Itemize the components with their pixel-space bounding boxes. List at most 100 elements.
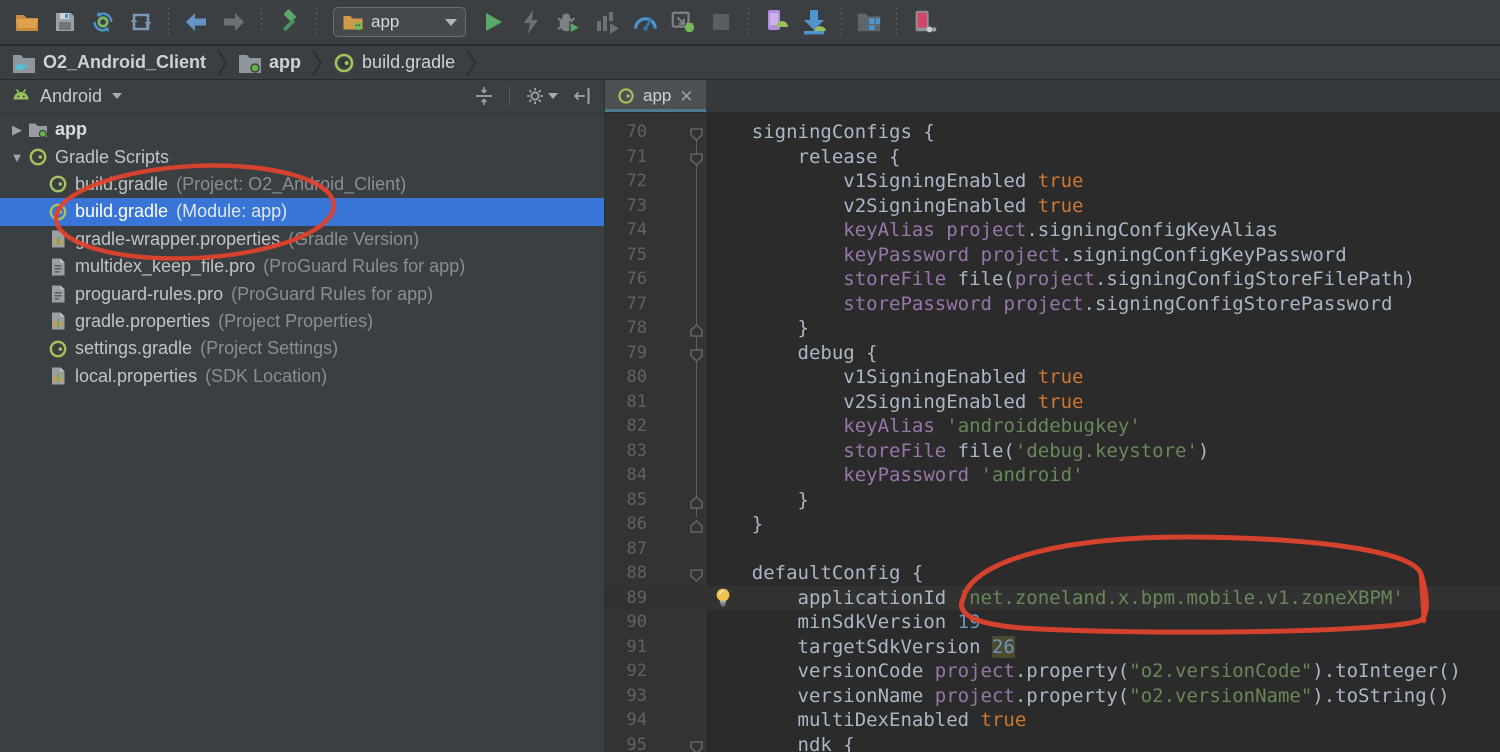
main-toolbar: app	[0, 0, 1500, 45]
line-number: 70	[626, 122, 647, 142]
tree-item-proguard-rules-pro[interactable]: proguard-rules.pro (ProGuard Rules for ap…	[0, 280, 604, 307]
code-line-71[interactable]: 71 release {	[605, 145, 1500, 170]
chevron-down-icon[interactable]	[548, 93, 558, 99]
code-editor[interactable]: 70 signingConfigs {71 release {72 v1Sign…	[605, 113, 1500, 752]
hide-panel-icon[interactable]	[572, 85, 594, 107]
code-line-79[interactable]: 79 debug {	[605, 341, 1500, 366]
gear-icon[interactable]	[524, 85, 546, 107]
tree-item-gradle-scripts[interactable]: ▼ Gradle Scripts	[0, 143, 604, 170]
line-number: 84	[626, 465, 647, 485]
code-line-85[interactable]: 85 }	[605, 488, 1500, 513]
fold-marker[interactable]	[689, 516, 704, 533]
code-text: }	[706, 317, 809, 339]
fold-marker[interactable]	[689, 737, 704, 752]
fold-marker[interactable]	[689, 320, 704, 337]
code-line-94[interactable]: 94 multiDexEnabled true	[605, 708, 1500, 733]
toolbar-divider	[168, 8, 169, 36]
tree-item-gradle-wrapper-properties[interactable]: gradle-wrapper.properties (Gradle Version…	[0, 226, 604, 253]
collapse-all-icon[interactable]	[473, 85, 495, 107]
editor-area: app ✕ 70 signingConfigs {71 release {72 …	[605, 80, 1500, 752]
debug-icon[interactable]	[556, 9, 582, 35]
tree-item-hint: (Project: O2_Android_Client)	[176, 173, 407, 194]
code-line-80[interactable]: 80 v1SigningEnabled true	[605, 365, 1500, 390]
layout-inspector-icon[interactable]	[911, 9, 937, 35]
fold-marker[interactable]	[689, 565, 704, 582]
run-icon[interactable]	[480, 9, 506, 35]
tree-item-label: proguard-rules.pro	[75, 283, 224, 304]
toolbar-divider	[748, 8, 749, 36]
attach-debugger-icon[interactable]	[670, 9, 696, 35]
code-line-84[interactable]: 84 keyPassword 'android'	[605, 463, 1500, 488]
back-icon[interactable]	[183, 9, 209, 35]
breadcrumb-item-module[interactable]: app	[236, 52, 303, 74]
code-line-92[interactable]: 92 versionCode project.property("o2.vers…	[605, 659, 1500, 684]
code-line-81[interactable]: 81 v2SigningEnabled true	[605, 390, 1500, 415]
code-line-72[interactable]: 72 v1SigningEnabled true	[605, 169, 1500, 194]
save-all-icon[interactable]	[52, 9, 78, 35]
header-divider	[509, 86, 510, 106]
code-line-75[interactable]: 75 keyPassword project.signingConfigKeyP…	[605, 243, 1500, 268]
intention-bulb-icon[interactable]	[713, 587, 733, 609]
breadcrumb-item-file[interactable]: build.gradle	[331, 52, 457, 74]
open-project-icon[interactable]	[14, 9, 40, 35]
tab-label: app	[643, 86, 672, 105]
code-line-83[interactable]: 83 storeFile file('debug.keystore')	[605, 439, 1500, 464]
collapse-arrow-icon[interactable]: ▼	[6, 150, 28, 165]
code-line-73[interactable]: 73 v2SigningEnabled true	[605, 194, 1500, 219]
tree-item-build-gradle[interactable]: build.gradle (Project: O2_Android_Client)	[0, 171, 604, 198]
chevron-down-icon[interactable]	[112, 93, 123, 99]
code-line-86[interactable]: 86 }	[605, 512, 1500, 537]
tree-item-settings-gradle[interactable]: settings.gradle (Project Settings)	[0, 335, 604, 362]
expand-arrow-icon[interactable]: ▶	[6, 122, 28, 138]
code-line-77[interactable]: 77 storePassword project.signingConfigSt…	[605, 292, 1500, 317]
code-text: minSdkVersion 19	[706, 611, 981, 633]
close-icon[interactable]: ✕	[679, 88, 693, 105]
breadcrumb-item-project[interactable]: O2_Android_Client	[10, 52, 208, 74]
sdk-manager-icon[interactable]	[801, 9, 827, 35]
properties-file-icon	[52, 312, 65, 330]
build-hammer-icon[interactable]	[276, 9, 302, 35]
toolbar-divider	[896, 8, 897, 36]
refresh-icon[interactable]	[128, 9, 154, 35]
fold-marker[interactable]	[689, 124, 704, 141]
code-line-89[interactable]: 89 applicationId 'net.zoneland.x.bpm.mob…	[605, 585, 1500, 610]
code-text: versionCode project.property("o2.version…	[706, 660, 1462, 682]
tab-build-gradle-app[interactable]: app ✕	[605, 80, 706, 112]
view-selector[interactable]: Android	[40, 86, 102, 107]
fold-marker[interactable]	[689, 345, 704, 362]
sync-gradle-icon[interactable]	[90, 9, 116, 35]
code-line-95[interactable]: 95 ndk {	[605, 733, 1500, 752]
fold-marker[interactable]	[689, 149, 704, 166]
run-config-select[interactable]: app	[333, 7, 466, 37]
tree-item-multidex-keep-file-pro[interactable]: multidex_keep_file.pro (ProGuard Rules fo…	[0, 253, 604, 280]
code-line-82[interactable]: 82 keyAlias 'androiddebugkey'	[605, 414, 1500, 439]
code-text: v2SigningEnabled true	[706, 390, 1084, 413]
code-line-88[interactable]: 88 defaultConfig {	[605, 561, 1500, 586]
line-number: 71	[626, 146, 647, 167]
profiler-icon[interactable]	[632, 9, 658, 35]
code-line-90[interactable]: 90 minSdkVersion 19	[605, 610, 1500, 635]
fold-marker[interactable]	[689, 492, 704, 509]
code-line-76[interactable]: 76 storeFile file(project.signingConfigS…	[605, 267, 1500, 292]
line-number: 72	[626, 171, 647, 191]
line-number: 74	[626, 220, 647, 240]
tree-item-local-properties[interactable]: local.properties (SDK Location)	[0, 363, 604, 390]
line-number: 80	[626, 367, 647, 387]
code-text: versionName project.property("o2.version…	[706, 684, 1450, 707]
code-line-91[interactable]: 91 targetSdkVersion 26	[605, 635, 1500, 660]
avd-manager-icon[interactable]	[763, 9, 789, 35]
tree-item-build-gradle[interactable]: build.gradle (Module: app)	[0, 198, 604, 226]
code-line-87[interactable]: 87	[605, 537, 1500, 562]
code-text: applicationId 'net.zoneland.x.bpm.mobile…	[706, 586, 1404, 609]
toolbar-divider	[841, 8, 842, 36]
code-line-74[interactable]: 74 keyAlias project.signingConfigKeyAlia…	[605, 218, 1500, 243]
code-line-70[interactable]: 70 signingConfigs {	[605, 120, 1500, 145]
tree-item-app[interactable]: ▶ app	[0, 116, 604, 143]
tree-item-hint: (Project Settings)	[200, 338, 339, 359]
properties-file-icon	[52, 367, 65, 385]
tree-item-gradle-properties[interactable]: gradle.properties (Project Properties)	[0, 308, 604, 335]
device-file-explorer-icon[interactable]	[856, 9, 882, 35]
code-line-93[interactable]: 93 versionName project.property("o2.vers…	[605, 684, 1500, 709]
code-line-78[interactable]: 78 }	[605, 316, 1500, 341]
gradle-icon	[49, 203, 67, 221]
